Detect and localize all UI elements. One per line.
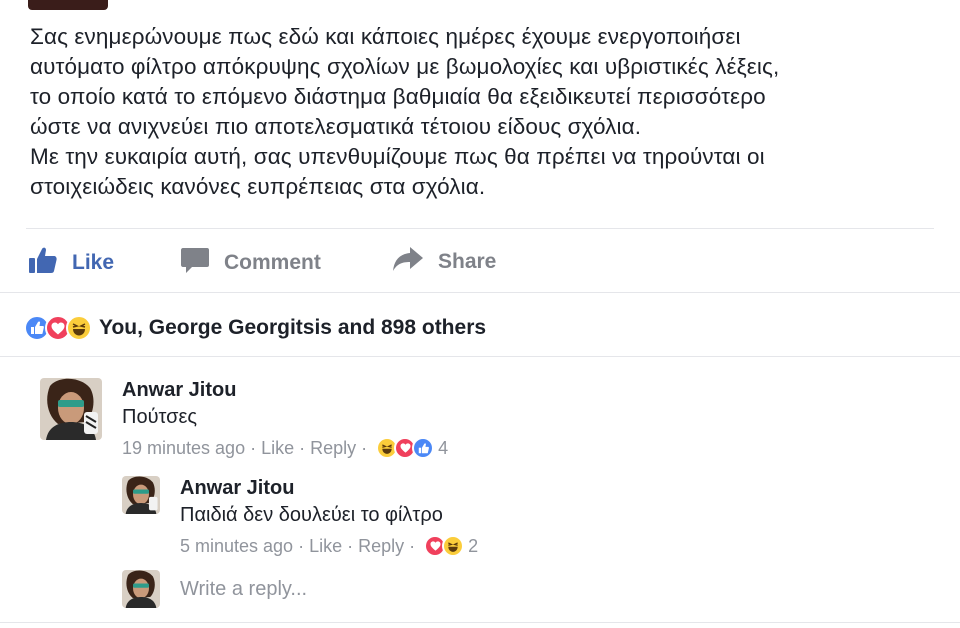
avatar[interactable] — [122, 476, 160, 514]
separator-dot: · — [347, 536, 354, 556]
comment-like-link[interactable]: Like — [261, 436, 294, 460]
separator-dot: · — [361, 438, 368, 458]
divider — [0, 356, 960, 357]
separator-dot: · — [409, 536, 416, 556]
reaction-count: 2 — [468, 536, 479, 556]
comment-meta: 5 minutes ago · Like · Reply · 2 — [180, 534, 478, 558]
speech-bubble-icon — [180, 246, 210, 280]
comment-reactions[interactable]: 2 — [424, 534, 478, 558]
comment-meta: 19 minutes ago · Like · Reply · 4 — [122, 436, 448, 460]
divider — [26, 228, 934, 229]
comment-time[interactable]: 19 minutes ago — [122, 436, 245, 460]
haha-reaction-icon — [442, 535, 465, 557]
comment-author[interactable]: Anwar Jitou — [122, 378, 448, 402]
reactions-summary[interactable]: You, George Georgitsis and 898 others — [24, 312, 486, 344]
comment-button[interactable]: Comment — [180, 246, 321, 280]
separator-dot: · — [298, 536, 305, 556]
comment-body: Anwar Jitou Πούτσες 19 minutes ago · Lik… — [122, 378, 448, 460]
haha-reaction-icon — [66, 315, 92, 341]
post-line: στοιχειώδεις κανόνες ευπρέπειας στα σχόλ… — [30, 174, 486, 199]
post-line: Σας ενημερώνουμε πως εδώ και κάποιες ημέ… — [30, 24, 741, 49]
post-line: το οποίο κατά το επόμενο διάστημα βαθμια… — [30, 84, 766, 109]
reply-box: Write a reply... — [122, 570, 307, 608]
comment-body: Anwar Jitou Παιδιά δεν δουλεύει το φίλτρ… — [180, 476, 478, 558]
reply-comment: Anwar Jitou Παιδιά δεν δουλεύει το φίλτρ… — [122, 476, 478, 558]
comment-time[interactable]: 5 minutes ago — [180, 534, 293, 558]
comment-reactions[interactable]: 4 — [376, 436, 448, 460]
like-reaction-icon — [412, 437, 435, 459]
post-text: Σας ενημερώνουμε πως εδώ και κάποιες ημέ… — [30, 22, 940, 202]
reply-input[interactable]: Write a reply... — [180, 578, 307, 601]
avatar — [122, 570, 160, 608]
comment-text: Παιδιά δεν δουλεύει το φίλτρο — [180, 504, 443, 526]
post-line: ώστε να ανιχνεύει πιο αποτελεσματικά τέτ… — [30, 114, 642, 139]
like-button[interactable]: Like — [28, 246, 114, 280]
comment-author[interactable]: Anwar Jitou — [180, 476, 478, 500]
thumbs-up-icon — [28, 246, 58, 280]
avatar[interactable] — [40, 378, 102, 440]
reactions-summary-text: You, George Georgitsis and 898 others — [99, 316, 487, 339]
share-arrow-icon — [392, 246, 424, 278]
comment-reply-link[interactable]: Reply — [358, 534, 404, 558]
post-line: Με την ευκαιρία αυτή, σας υπενθυμίζουμε … — [30, 144, 765, 169]
comment-reply-link[interactable]: Reply — [310, 436, 356, 460]
reaction-icons — [24, 315, 92, 341]
share-button[interactable]: Share — [392, 246, 496, 278]
post-line: αυτόματο φίλτρο απόκρυψης σχολίων με βωμ… — [30, 54, 780, 79]
separator-dot: · — [299, 438, 306, 458]
post-action-bar: Like Comment Share — [0, 236, 960, 288]
divider — [0, 622, 960, 623]
comment: Anwar Jitou Πούτσες 19 minutes ago · Lik… — [40, 378, 448, 460]
divider — [0, 292, 960, 293]
comment-label: Comment — [224, 251, 321, 274]
like-label: Like — [72, 251, 115, 274]
share-label: Share — [438, 250, 497, 273]
comment-text: Πούτσες — [122, 406, 198, 428]
reaction-count: 4 — [438, 438, 449, 458]
comment-like-link[interactable]: Like — [309, 534, 342, 558]
page-logo — [28, 0, 108, 10]
separator-dot: · — [250, 438, 257, 458]
